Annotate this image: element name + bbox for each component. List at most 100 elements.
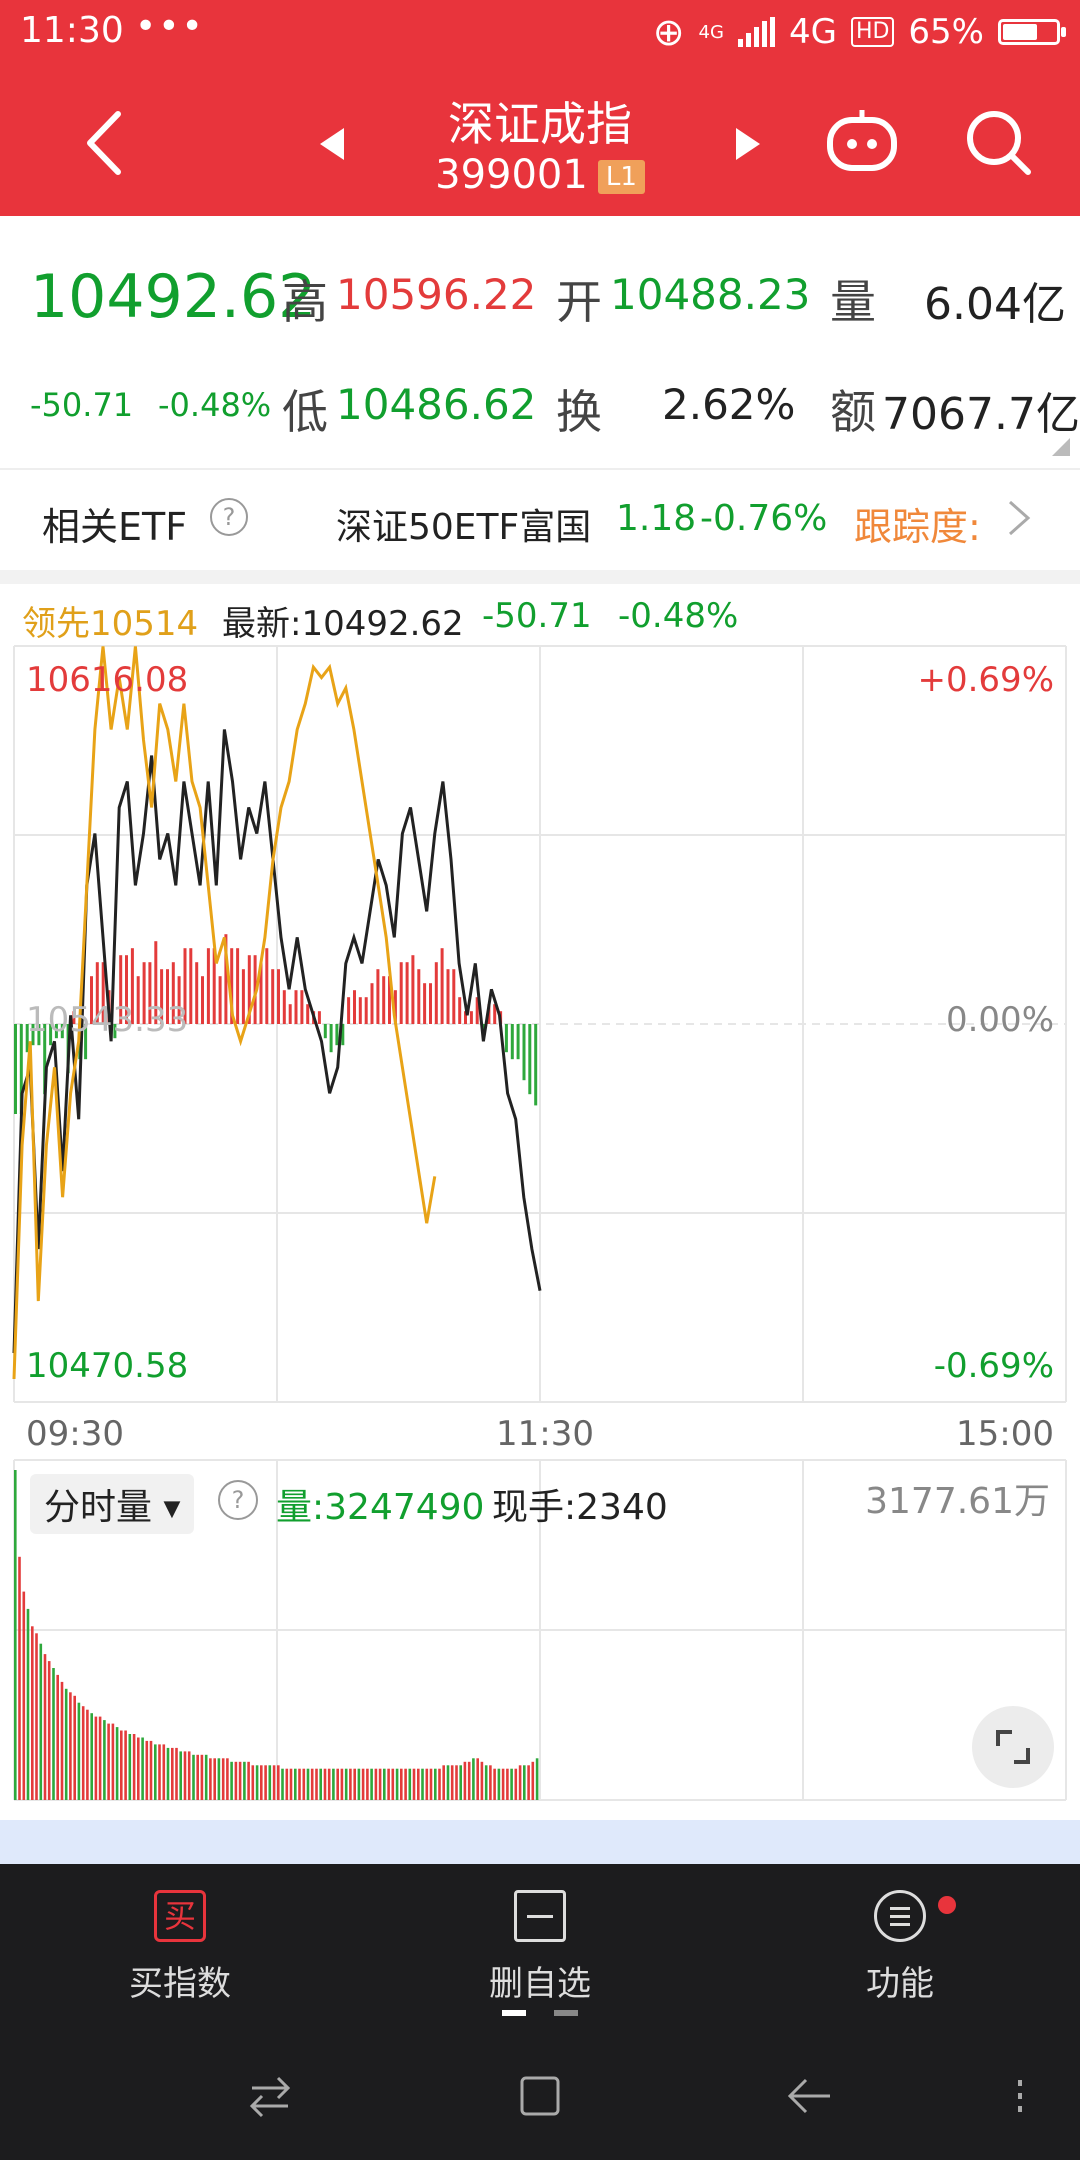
buy-index-label: 买指数 — [129, 1964, 231, 2004]
volume-bar — [395, 1768, 399, 1800]
page-indicator-active — [502, 2010, 526, 2016]
volume-bar — [171, 1747, 174, 1800]
volume-bar — [52, 1668, 55, 1800]
volume-bar — [387, 1768, 390, 1800]
volume-bar — [35, 1633, 38, 1800]
change-legend: -50.71 — [482, 596, 592, 636]
diff-bar — [382, 976, 386, 1024]
diff-bar — [434, 962, 438, 1024]
help-icon[interactable]: ? — [210, 498, 248, 536]
buy-index-button[interactable]: 买 买指数 — [70, 1890, 290, 2005]
diff-bar — [411, 955, 415, 1024]
diff-bar — [218, 976, 222, 1024]
volume-selector[interactable]: 分时量 ▼ — [30, 1474, 195, 1534]
chevron-right-icon[interactable] — [1006, 498, 1032, 538]
diff-bar — [528, 1024, 532, 1095]
volume-bar — [69, 1692, 72, 1800]
volume-bar — [510, 1768, 513, 1800]
alarm-icon: ⊕ — [652, 10, 685, 54]
volume-bar — [446, 1765, 450, 1800]
volume-bar — [94, 1716, 98, 1800]
volume-selector-label: 分时量 — [44, 1487, 153, 1528]
volume-bar — [429, 1768, 433, 1800]
volume-bar — [158, 1744, 161, 1800]
volume-bar — [408, 1768, 412, 1800]
volume-bar — [501, 1768, 505, 1800]
status-more-dots: ••• — [135, 6, 205, 47]
pct-top-label: +0.69% — [917, 660, 1055, 700]
volume-value: 6.04亿 — [924, 279, 1066, 330]
buy-icon: 买 — [154, 1890, 206, 1942]
diff-bar — [376, 969, 380, 1024]
volume-bar — [120, 1730, 123, 1800]
etf-label: 相关ETF — [42, 505, 188, 549]
volume-bar — [450, 1765, 454, 1800]
x-label-mid: 11:30 — [496, 1414, 594, 1454]
diff-bar — [458, 997, 462, 1024]
volume-bar — [56, 1674, 59, 1800]
volume-bar — [489, 1765, 492, 1800]
volume-help-icon[interactable]: ? — [218, 1480, 258, 1520]
track-label: 跟踪度: — [854, 505, 981, 549]
volume-bar — [47, 1661, 51, 1800]
volume-bar — [217, 1758, 221, 1800]
diff-bar — [277, 969, 280, 1024]
volume-bar — [251, 1765, 255, 1800]
volume-bar — [383, 1768, 386, 1800]
volume-bar — [268, 1765, 272, 1800]
switch-app-icon[interactable] — [248, 2074, 292, 2118]
diff-bar — [206, 948, 210, 1024]
signal-icon — [737, 17, 775, 47]
fullscreen-icon — [996, 1730, 1030, 1764]
volume-bar — [281, 1768, 284, 1800]
volume-bar — [39, 1643, 43, 1800]
diff-bar — [317, 1011, 321, 1024]
remove-watchlist-button[interactable]: 删自选 — [430, 1890, 650, 2005]
amount-value: 7067.7亿 — [882, 389, 1080, 440]
function-button[interactable]: 功能 — [790, 1890, 1010, 2005]
volume-bar — [64, 1688, 68, 1800]
latest-legend: 最新:10492.62 — [222, 604, 464, 644]
diff-bar — [265, 948, 269, 1024]
home-icon[interactable] — [518, 2074, 562, 2118]
volume-bar — [77, 1702, 81, 1800]
volume-bar — [200, 1754, 204, 1800]
dropdown-icon: ▼ — [163, 1496, 181, 1522]
intraday-chart[interactable] — [0, 640, 1080, 1820]
volume-bar — [247, 1761, 250, 1800]
diff-bar — [534, 1024, 538, 1106]
y-top-label: 10616.08 — [26, 660, 189, 700]
volume-bar — [255, 1765, 259, 1800]
status-time: 11:30 — [20, 10, 124, 51]
volume-bar — [535, 1758, 539, 1800]
volume-bar — [243, 1761, 246, 1800]
volume-bar — [374, 1768, 378, 1800]
volume-bar — [90, 1713, 93, 1800]
volume-bar — [103, 1720, 106, 1800]
volume-bar — [60, 1681, 64, 1800]
high-value: 10596.22 — [336, 270, 537, 319]
price-change-pct: -0.48% — [158, 386, 272, 424]
volume-bar — [531, 1761, 535, 1800]
system-back-icon[interactable] — [786, 2074, 832, 2118]
volume-bar — [226, 1758, 229, 1800]
related-etf-bar[interactable]: 相关ETF ? 深证50ETF富国 1.18 -0.76% 跟踪度: — [0, 468, 1080, 584]
next-stock-icon[interactable] — [732, 126, 762, 162]
battery-percent: 65% — [908, 12, 984, 52]
volume-bar — [234, 1761, 238, 1800]
system-menu-icon[interactable] — [1010, 2074, 1030, 2118]
network-label: 4G — [788, 12, 837, 52]
volume-bar — [277, 1765, 280, 1800]
volume-bar — [344, 1768, 348, 1800]
volume-bar — [484, 1765, 488, 1800]
volume-bar — [175, 1747, 178, 1800]
volume-bar — [319, 1768, 322, 1800]
volume-bar — [187, 1751, 191, 1800]
diff-bar — [452, 969, 456, 1024]
amount-label: 额 — [830, 385, 876, 439]
volume-bar — [166, 1747, 170, 1800]
robot-assistant-icon[interactable] — [824, 108, 900, 174]
fullscreen-button[interactable] — [972, 1706, 1054, 1788]
diff-bar — [288, 1004, 292, 1024]
search-icon[interactable] — [964, 108, 1034, 178]
